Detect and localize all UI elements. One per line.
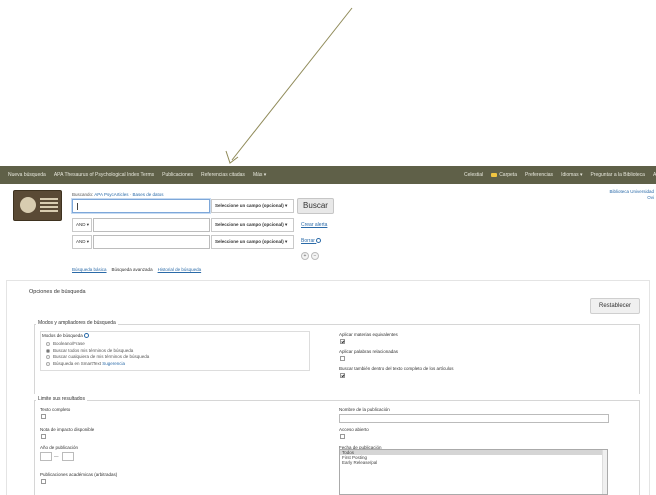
toolbar-folder[interactable]: Carpeta [491,172,517,178]
database-link[interactable]: APA PsycArticles [94,192,128,197]
apply-related-label: Aplicar palabras relacionadas [339,349,399,354]
year-to-input[interactable] [62,452,74,461]
fulltext-search-checkbox[interactable] [340,373,345,378]
mode-any-terms-label: Buscar cualquiera de mis términos de bús… [53,354,150,359]
apply-equivalent-checkbox[interactable] [340,339,345,344]
add-row-button[interactable]: + [301,252,309,260]
year-range-dash: — [54,454,59,459]
full-text-label: Texto completo [40,407,71,412]
search-modes-text: Modos de búsqueda [42,333,83,338]
scholarly-label: Publicaciones académicas (arbitradas) [40,472,118,477]
mode-smarttext[interactable]: Búsqueda en SmartText Sugerencia [46,361,125,366]
publication-year-label: Año de publicación [40,445,79,450]
toolbar-languages[interactable]: Idiomas ▾ [561,172,582,178]
toolbar-folder-label: Carpeta [499,172,517,178]
fulltext-search-label: Buscar también dentro del texto completo… [339,366,454,371]
radio-icon [46,361,50,366]
toolbar-publications[interactable]: Publicaciones [162,172,193,178]
screen: { "toolbar": { "left": ["Nueva búsqueda"… [0,0,656,495]
panel-title: Opciones de búsqueda [29,289,86,295]
toolbar-more[interactable]: Más ▾ [253,172,266,178]
search-input-2[interactable] [93,218,210,232]
text-caret [77,203,78,210]
top-toolbar: Nueva búsqueda APA Thesaurus of Psycholo… [0,166,656,184]
radio-icon [46,354,50,359]
toolbar-thesaurus[interactable]: APA Thesaurus of Psychological Index Ter… [54,172,154,178]
field-select-3[interactable]: Seleccione un campo (opcional) ▾ [211,235,294,249]
mode-all-terms-label: Buscar todos mis términos de búsqueda [53,348,134,353]
smarttext-hint-link[interactable]: Sugerencia [102,361,125,366]
search-type-tabs: Búsqueda básica Búsqueda avanzada Histor… [72,267,201,272]
annotation-arrow [225,7,353,164]
impact-note-label: Nota de impacto disponible [40,427,95,432]
modes-section-title: Modos y ampliadores de búsqueda [36,320,118,326]
institution-line-2: Ovi [647,195,654,200]
publication-name-label: Nombre de la publicación [339,407,390,412]
clear-label: Borrar [301,238,315,244]
field-select-2[interactable]: Seleccione un campo (opcional) ▾ [211,218,294,232]
radio-icon [46,341,50,346]
mode-boolean[interactable]: Booleano/Frase [46,341,85,346]
logo-mark [20,197,36,213]
toolbar-celestial[interactable]: Celestial [464,172,483,178]
tab-basic-search[interactable]: Búsqueda básica [72,267,107,272]
create-alert-link[interactable]: Crear alerta [301,222,327,228]
clear-link[interactable]: Borrar [301,238,322,244]
publication-name-input[interactable] [339,414,609,423]
search-button[interactable]: Buscar [297,198,334,214]
impact-note-checkbox[interactable] [41,434,46,439]
toolbar-preferences[interactable]: Preferencias [525,172,553,178]
mode-any-terms[interactable]: Buscar cualquiera de mis términos de bús… [46,354,149,359]
search-input-3[interactable] [93,235,210,249]
choose-databases-link[interactable]: Bases de datos [132,192,163,197]
folder-icon [491,172,498,177]
apply-related-checkbox[interactable] [340,356,345,361]
limits-section-title: Limite sus resultados [36,396,87,402]
library-logo[interactable] [13,190,62,221]
publication-status-listbox[interactable]: Todos First Posting Early Release/pal [339,449,608,495]
year-from-input[interactable] [40,452,52,461]
search-modes-label: Modos de búsqueda [42,333,90,339]
scholarly-checkbox[interactable] [41,479,46,484]
full-text-checkbox[interactable] [41,414,46,419]
reset-button[interactable]: Restablecer [590,298,640,314]
remove-row-button[interactable]: − [311,252,319,260]
help-circle-icon [316,238,322,244]
mode-smarttext-label: Búsqueda en SmartText [53,361,102,366]
toolbar-ask-library[interactable]: Preguntar a la Biblioteca [590,172,644,178]
boolean-select-2[interactable]: AND ▾ [72,235,92,249]
logo-lettering [40,198,58,200]
tab-search-history[interactable]: Historial de búsqueda [158,267,202,272]
status-option-early-release[interactable]: Early Release/pal [340,460,607,465]
listbox-scrollbar[interactable] [602,450,607,494]
radio-selected-icon [46,348,50,353]
open-access-checkbox[interactable] [340,434,345,439]
open-access-label: Acceso abierto [339,427,369,432]
tab-advanced-search[interactable]: Búsqueda avanzada [112,267,153,272]
mode-all-terms[interactable]: Buscar todos mis términos de búsqueda [46,348,133,353]
toolbar-new-search[interactable]: Nueva búsqueda [8,172,46,178]
field-select-1[interactable]: Seleccione un campo (opcional) ▾ [211,199,294,213]
help-circle-icon[interactable] [84,333,90,339]
toolbar-cited-refs[interactable]: Referencias citadas [201,172,245,178]
institution-name: Biblioteca Universidad Ovi [574,189,654,201]
apply-equivalent-label: Aplicar materias equivalentes [339,332,398,337]
search-input-1[interactable] [72,199,210,213]
searching-label: Buscando: [72,192,94,197]
mode-boolean-label: Booleano/Frase [53,341,85,346]
boolean-select-1[interactable]: AND ▾ [72,218,92,232]
database-breadcrumb: Buscando: APA PsycArticles · Bases de da… [72,192,164,197]
